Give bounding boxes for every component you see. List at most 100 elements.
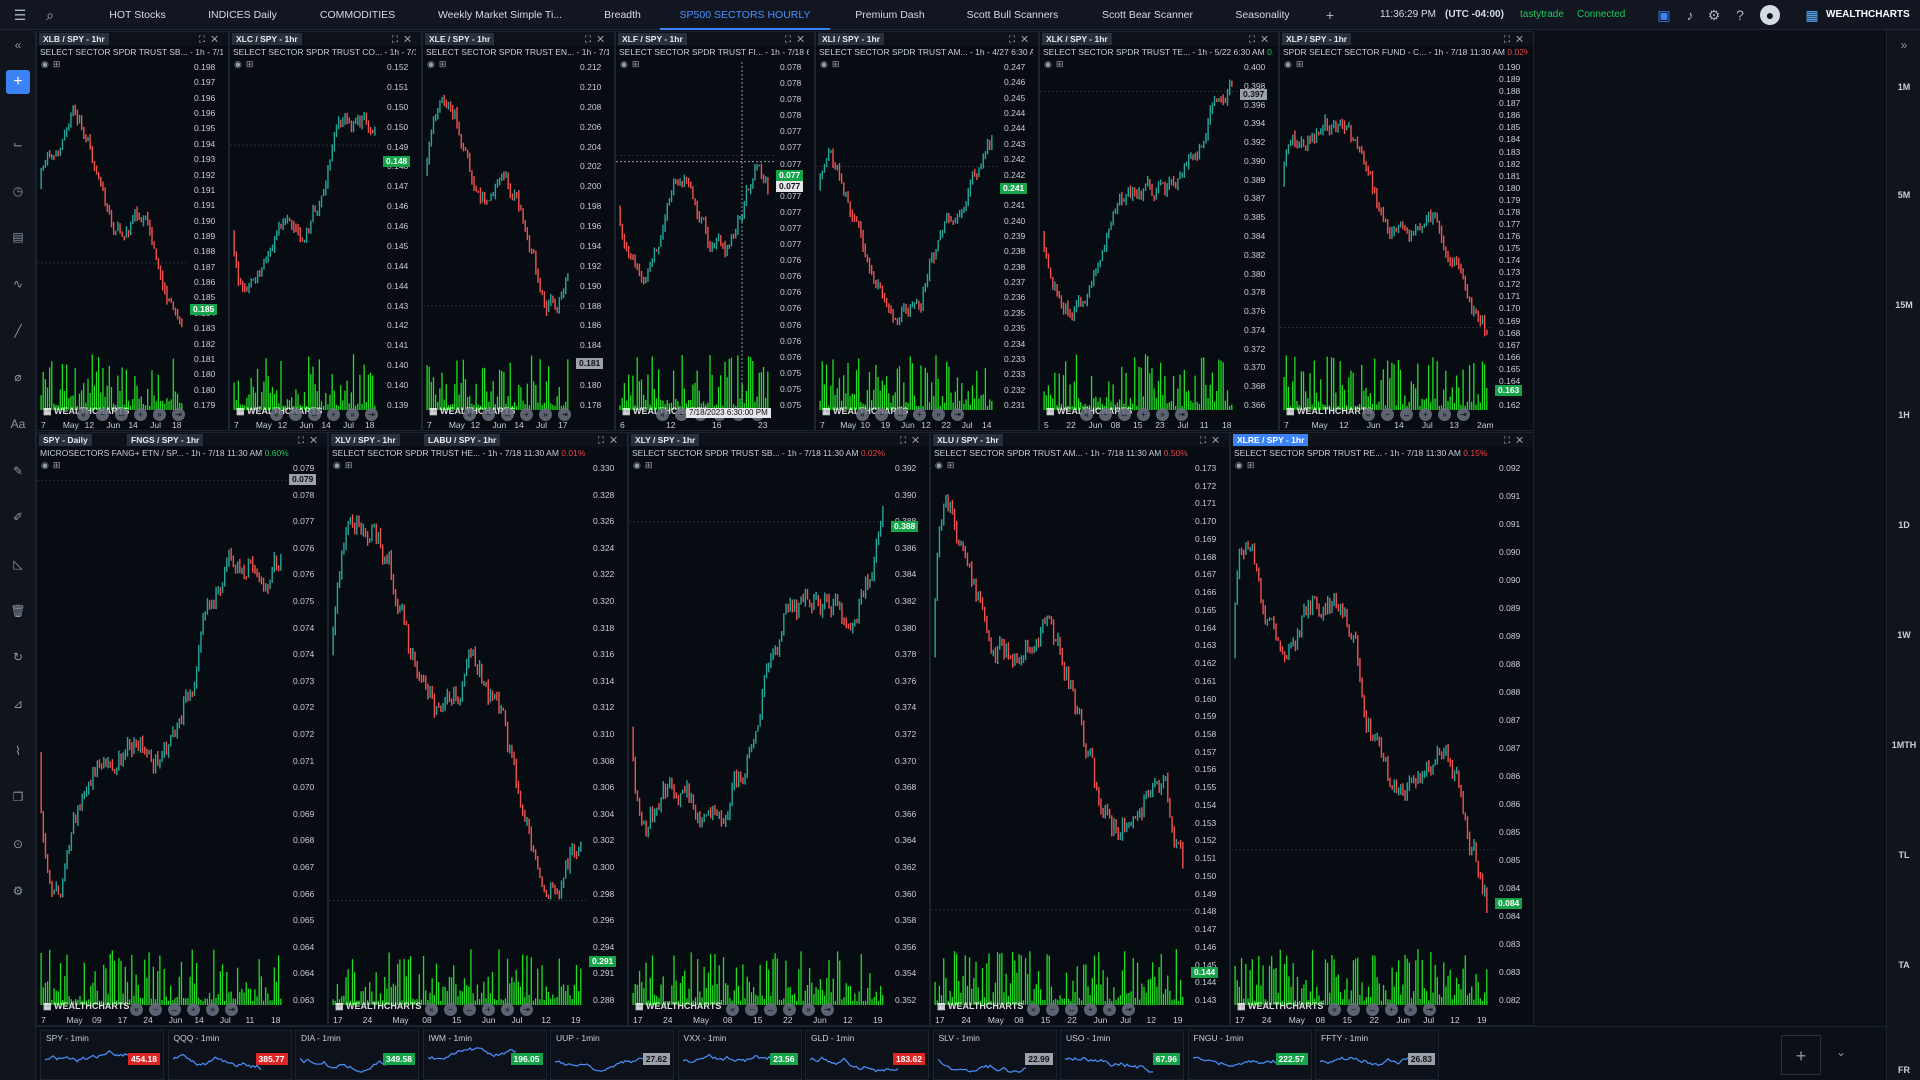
scroll-right-icon[interactable]: » — [1156, 408, 1169, 421]
zoom-out-icon[interactable]: − — [1347, 1003, 1360, 1016]
clock-tool-icon[interactable]: ◷ — [9, 182, 27, 200]
close-icon[interactable]: ✕ — [912, 435, 925, 445]
scroll-left-icon[interactable]: « — [1328, 1003, 1341, 1016]
magnet-icon[interactable]: ⊙ — [9, 835, 27, 853]
scroll-left-icon[interactable]: « — [856, 408, 869, 421]
price-axis[interactable]: 0.092 0.091 0.091 0.090 0.090 0.089 0.089 0.088… — [1495, 463, 1533, 1005]
price-plot[interactable] — [1280, 62, 1493, 410]
close-icon[interactable]: ✕ — [1516, 34, 1529, 44]
scroll-left-icon[interactable]: « — [1362, 408, 1375, 421]
zoom-in-icon[interactable]: + — [134, 408, 147, 421]
maximize-icon[interactable]: ⛶ — [585, 34, 597, 44]
time-axis[interactable]: 7 May 12 Jun 14 Jul 13 2am — [1280, 420, 1494, 430]
add-chart-button[interactable]: + — [6, 70, 30, 94]
refresh-icon[interactable]: ↻ — [9, 648, 27, 666]
jump-end-icon[interactable]: ⇥ — [225, 1003, 238, 1016]
scroll-right-icon[interactable]: » — [1438, 408, 1451, 421]
scroll-left-icon[interactable]: « — [656, 408, 669, 421]
zoom-out-icon[interactable]: − — [1381, 408, 1394, 421]
tab-indices-daily[interactable]: INDICES Daily — [185, 0, 300, 30]
timeframe-1h[interactable]: 1H — [1887, 410, 1920, 420]
price-plot[interactable] — [616, 62, 774, 410]
jump-end-icon[interactable]: ⇥ — [821, 1003, 834, 1016]
time-axis[interactable]: 7 May 10 19 Jun 12 22 Jul 14 — [816, 420, 998, 430]
price-axis[interactable]: 0.330 0.328 0.326 0.324 0.322 0.320 0.318 0.316… — [589, 463, 627, 1005]
symbol-chip[interactable]: XLF / SPY - 1hr — [618, 33, 687, 45]
chart-panel-xlp[interactable]: XLP / SPY - 1hr ⛶✕ SPDR SELECT SECTOR FUND… — [1279, 31, 1534, 431]
scroll-right-icon[interactable]: » — [346, 408, 359, 421]
tab-weekly-market-simple-ti[interactable]: Weekly Market Simple Ti... — [420, 0, 580, 30]
maximize-icon[interactable]: ⛶ — [900, 435, 912, 445]
pencil-tool-icon[interactable]: ✎ — [9, 462, 27, 480]
close-icon[interactable]: ✕ — [310, 435, 323, 445]
jump-end-icon[interactable]: ⇥ — [1423, 1003, 1436, 1016]
layers-icon[interactable]: ❐ — [9, 788, 27, 806]
ticker-card[interactable]: GLD - 1min 183.62 — [805, 1030, 929, 1080]
collapse-right-icon[interactable]: » — [1895, 36, 1913, 54]
close-icon[interactable]: ✕ — [404, 34, 417, 44]
zoom-out-icon[interactable]: − — [96, 408, 109, 421]
jump-end-icon[interactable]: ⇥ — [1122, 1003, 1135, 1016]
symbol-chip[interactable]: SPY - Daily — [39, 434, 92, 446]
scroll-right-icon[interactable]: » — [1404, 1003, 1417, 1016]
marker-tool-icon[interactable]: ✐ — [9, 508, 27, 526]
scroll-left-icon[interactable]: « — [270, 408, 283, 421]
zoom-in-icon[interactable]: + — [327, 408, 340, 421]
symbol-chip[interactable]: XLU / SPY - 1hr — [933, 434, 1003, 446]
jump-end-icon[interactable]: ⇥ — [951, 408, 964, 421]
symbol-chip[interactable]: XLY / SPY - 1hr — [631, 434, 700, 446]
price-axis[interactable]: 0.152 0.151 0.150 0.150 0.149 0.148 0.147 0.146… — [383, 62, 421, 410]
chart-panel-xly[interactable]: XLY / SPY - 1hr ⛶✕ SELECT SECTOR SPDR TRUS… — [628, 432, 930, 1026]
fit-icon[interactable]: ↔ — [501, 408, 514, 421]
zoom-in-icon[interactable]: + — [913, 408, 926, 421]
bell-icon[interactable]: ♪ — [1680, 5, 1700, 25]
zoom-out-icon[interactable]: − — [289, 408, 302, 421]
timeframe-5m[interactable]: 5M — [1887, 190, 1920, 200]
chart-panel-xlf[interactable]: XLF / SPY - 1hr ⛶✕ SELECT SECTOR SPDR TRUS… — [615, 31, 815, 431]
symbol-chip-secondary[interactable]: LABU / SPY - 1hr — [424, 434, 501, 446]
symbol-chip[interactable]: XLP / SPY - 1hr — [1282, 33, 1352, 45]
maximize-icon[interactable]: ⛶ — [1504, 34, 1516, 44]
price-axis[interactable]: 0.079 0.078 0.077 0.076 0.076 0.075 0.074 0.074… — [289, 463, 327, 1005]
timeframe-ta[interactable]: TA — [1887, 960, 1920, 970]
tab-hot-stocks[interactable]: HOT Stocks — [95, 0, 180, 30]
close-icon[interactable]: ✕ — [1212, 435, 1225, 445]
gear-icon[interactable]: ⚙ — [1704, 5, 1724, 25]
measure-tool-icon[interactable]: ◺ — [9, 555, 27, 573]
ticker-card[interactable]: UUP - 1min 27.62 — [550, 1030, 674, 1080]
price-axis[interactable]: 0.392 0.390 0.388 0.386 0.384 0.382 0.380 0.378… — [891, 463, 929, 1005]
price-plot[interactable] — [423, 62, 574, 410]
avatar[interactable]: ● — [1760, 5, 1780, 25]
maximize-icon[interactable]: ⛶ — [1200, 435, 1212, 445]
jump-end-icon[interactable]: ⇥ — [365, 408, 378, 421]
help-icon[interactable]: ? — [1730, 5, 1750, 25]
chevron-down-icon[interactable]: ⌄ — [1836, 1045, 1846, 1059]
fit-icon[interactable]: ↔ — [115, 408, 128, 421]
fit-icon[interactable]: ↔ — [1366, 1003, 1379, 1016]
price-axis[interactable]: 0.198 0.197 0.196 0.196 0.195 0.194 0.193 0.192… — [190, 62, 228, 410]
zoom-out-icon[interactable]: − — [482, 408, 495, 421]
time-axis[interactable]: 7 May 12 Jun 14 Jul 18 — [37, 420, 188, 430]
tab-sp500-sectors-hourly[interactable]: SP500 SECTORS HOURLY — [660, 0, 830, 30]
price-plot[interactable] — [37, 463, 287, 1005]
crosshair-tool-icon[interactable]: ⌙ — [9, 135, 27, 153]
tab-commodities[interactable]: COMMODITIES — [305, 0, 410, 30]
maximize-icon[interactable]: ⛶ — [1504, 435, 1516, 445]
price-plot[interactable] — [816, 62, 998, 410]
tab-seasonality[interactable]: Seasonality — [1220, 0, 1305, 30]
chart-panel-xle[interactable]: XLE / SPY - 1hr ⛶✕ SELECT SECTOR SPDR TRUS… — [422, 31, 615, 431]
zoom-in-icon[interactable]: + — [1137, 408, 1150, 421]
maximize-icon[interactable]: ⛶ — [298, 435, 310, 445]
zoom-out-icon[interactable]: − — [745, 1003, 758, 1016]
zoom-in-icon[interactable]: + — [1385, 1003, 1398, 1016]
price-plot[interactable] — [1231, 463, 1493, 1005]
zoom-out-icon[interactable]: − — [875, 408, 888, 421]
calendar-tool-icon[interactable]: ▤ — [9, 228, 27, 246]
price-plot[interactable] — [230, 62, 381, 410]
time-axis[interactable]: 17 24 May 08 15 22 Jun Jul 12 19 — [1231, 1015, 1493, 1025]
settings-small-icon[interactable]: ⚙ — [9, 882, 27, 900]
fit-icon[interactable]: ↔ — [168, 1003, 181, 1016]
price-axis[interactable]: 0.190 0.189 0.188 0.187 0.186 0.185 0.184 0.183… — [1495, 62, 1533, 410]
scroll-left-icon[interactable]: « — [77, 408, 90, 421]
jump-end-icon[interactable]: ⇥ — [520, 1003, 533, 1016]
